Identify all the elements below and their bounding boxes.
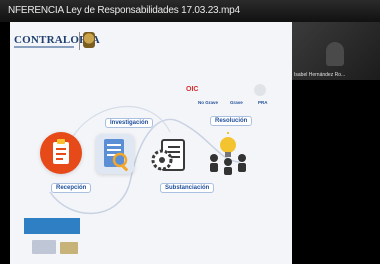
- video-titlebar: NFERENCIA Ley de Responsabilidades 17.03…: [0, 0, 380, 22]
- oic-tag-grave: Grave: [230, 100, 243, 105]
- oic-label: OIC: [186, 86, 199, 93]
- building-icon: [32, 240, 56, 254]
- participant-name: Isabel Hernández Ro...: [294, 72, 346, 78]
- step-investigacion: Investigación: [105, 118, 154, 128]
- info-banner: [24, 218, 80, 234]
- side-panel: [292, 80, 380, 264]
- presentation-slide: CONTRALORÍA OIC No Grave Grave PRA Recep…: [10, 22, 292, 264]
- step-recepcion: Recepción: [51, 183, 92, 193]
- document-search-icon: [96, 134, 134, 174]
- gear-document-icon: [148, 136, 188, 176]
- oic-tag-no-grave: No Grave: [198, 100, 219, 105]
- participant-video[interactable]: Isabel Hernández Ro...: [292, 22, 380, 80]
- video-player: NFERENCIA Ley de Responsabilidades 17.03…: [0, 0, 380, 264]
- badge-icon: [254, 84, 266, 96]
- step-substanciacion: Substanciación: [160, 183, 215, 193]
- scale-icon: [60, 242, 78, 254]
- step-resolucion: Resolución: [210, 116, 253, 126]
- clipboard-icon: [40, 132, 82, 174]
- oic-tag-pra: PRA: [258, 100, 268, 105]
- team-lightbulb-icon: [206, 132, 250, 176]
- video-title: NFERENCIA Ley de Responsabilidades 17.03…: [8, 5, 240, 16]
- participant-silhouette: [326, 42, 344, 66]
